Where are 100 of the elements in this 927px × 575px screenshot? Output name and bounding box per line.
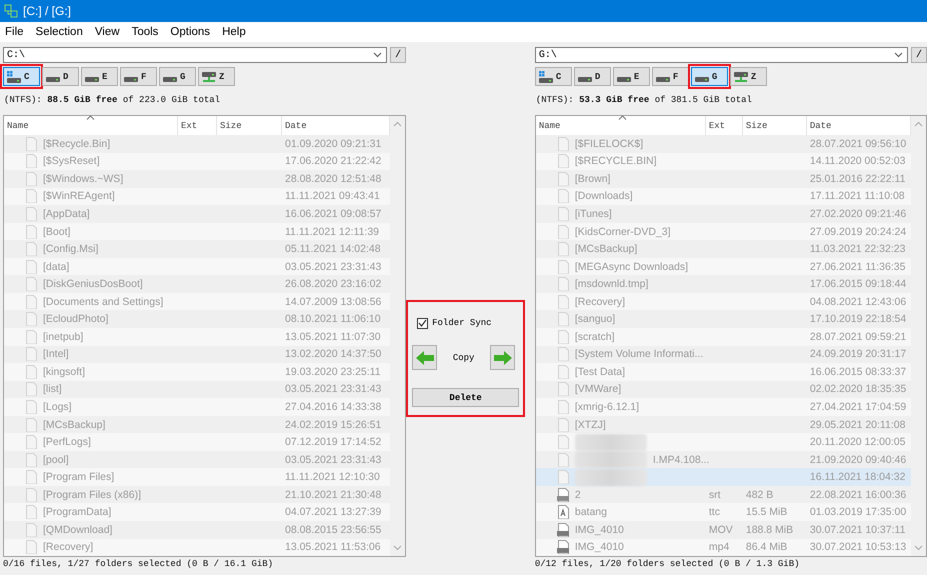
file-row[interactable]: [kingsoft] 19.03.2020 23:25:11 bbox=[4, 363, 390, 381]
file-row[interactable]: [MEGAsync Downloads] 27.06.2021 11:36:35 bbox=[536, 258, 911, 276]
file-row[interactable]: [VMWare] 02.02.2020 18:35:35 bbox=[536, 380, 911, 398]
menu-item[interactable]: View bbox=[88, 26, 126, 38]
file-row[interactable]: 2 srt 482 B 22.08.2021 16:00:36 bbox=[536, 486, 911, 504]
table-cell-text: 22.08.2021 16:00:36 bbox=[808, 488, 908, 501]
drive-button[interactable]: Z bbox=[730, 67, 767, 86]
file-row[interactable]: [iTunes] 27.02.2020 09:21:46 bbox=[536, 205, 911, 223]
menu-item[interactable]: Options bbox=[164, 26, 216, 38]
file-row[interactable]: [System Volume Informati... 24.09.2019 20:31:17 bbox=[536, 346, 911, 364]
drive-button[interactable]: Z bbox=[198, 67, 235, 86]
file-row[interactable]: [AppData] 16.06.2021 09:08:57 bbox=[4, 205, 390, 223]
drive-button[interactable]: C bbox=[534, 67, 572, 86]
drive-button[interactable]: D bbox=[574, 67, 611, 86]
file-row[interactable]: [xmrig-6.12.1] 27.04.2021 17:04:59 bbox=[536, 398, 911, 416]
file-row[interactable]: [pool] 03.05.2021 23:31:43 bbox=[4, 450, 390, 468]
dropdown-icon[interactable] bbox=[894, 52, 903, 58]
drive-icon bbox=[46, 77, 60, 82]
file-name: [xmrig-6.12.1] bbox=[574, 400, 640, 413]
app-icon bbox=[4, 4, 18, 18]
table-cell-text: 24.02.2019 15:26:51 bbox=[284, 418, 382, 431]
file-row[interactable]: [Program Files (x86)] 21.10.2021 21:30:48 bbox=[4, 486, 390, 504]
file-name: IMG_4010 bbox=[574, 541, 624, 554]
root-button[interactable]: / bbox=[390, 47, 406, 63]
file-row[interactable]: [MCsBackup] 24.02.2019 15:26:51 bbox=[4, 416, 390, 434]
file-row[interactable]: [$FILELOCK$] 28.07.2021 09:56:10 bbox=[536, 135, 911, 153]
file-row[interactable]: [Boot] 11.11.2021 12:11:39 bbox=[4, 222, 390, 240]
drive-button[interactable]: G bbox=[690, 67, 728, 86]
drive-button[interactable]: D bbox=[42, 67, 79, 86]
scroll-up-icon[interactable] bbox=[393, 121, 402, 127]
file-row[interactable]: [list] 03.05.2021 23:31:43 bbox=[4, 380, 390, 398]
file-row[interactable]: [DiskGeniusDosBoot] 26.08.2020 23:16:02 bbox=[4, 275, 390, 293]
file-row[interactable]: [Intel] 13.02.2020 14:37:50 bbox=[4, 346, 390, 364]
path-field[interactable]: G:\ bbox=[534, 47, 908, 63]
table-cell-text: 03.05.2021 23:31:43 bbox=[284, 260, 382, 273]
path-field[interactable]: C:\ bbox=[3, 47, 388, 63]
file-row[interactable]: [Recovery] 13.05.2021 11:53:06 bbox=[4, 538, 390, 556]
copy-left-button[interactable] bbox=[412, 345, 438, 370]
scrollbar-track[interactable] bbox=[390, 116, 406, 556]
file-row[interactable]: [Program Files] 11.11.2021 12:10:30 bbox=[4, 468, 390, 486]
file-row[interactable]: [scratch] 28.07.2021 09:59:21 bbox=[536, 328, 911, 346]
folder-icon bbox=[556, 294, 569, 309]
drive-button[interactable]: C bbox=[3, 67, 40, 86]
drive-button[interactable]: G bbox=[159, 67, 196, 86]
file-row[interactable]: [$RECYCLE.BIN] 14.11.2020 00:52:03 bbox=[536, 152, 911, 170]
scroll-up-icon[interactable] bbox=[914, 121, 923, 127]
file-row[interactable]: [KidsCorner-DVD_3] 27.09.2019 20:24:24 bbox=[536, 222, 911, 240]
file-row[interactable]: [ProgramData] 04.07.2021 13:27:39 bbox=[4, 503, 390, 522]
copy-right-button[interactable] bbox=[490, 345, 516, 370]
file-row[interactable]: [Logs] 27.04.2016 14:33:38 bbox=[4, 398, 390, 416]
table-cell-text: 15.5 MiB bbox=[744, 506, 788, 518]
table-cell-text: 05.11.2021 14:02:48 bbox=[284, 243, 382, 256]
table-cell-text: 26.08.2020 23:16:02 bbox=[284, 278, 382, 290]
file-row[interactable]: [Brown] 25.01.2016 22:22:11 bbox=[536, 170, 911, 188]
checkbox-label[interactable]: Folder Sync bbox=[432, 318, 492, 328]
drive-button[interactable]: E bbox=[612, 67, 650, 86]
file-row[interactable]: [$Recycle.Bin] 01.09.2020 09:21:31 bbox=[4, 135, 390, 153]
drive-button[interactable]: F bbox=[652, 67, 689, 86]
file-row[interactable]: [Downloads] 17.11.2021 11:10:08 bbox=[536, 188, 911, 206]
file-row[interactable]: [EcloudPhoto] 08.10.2021 11:06:10 bbox=[4, 310, 390, 328]
sort-caret-icon bbox=[86, 115, 95, 120]
file-row[interactable]: [msdownld.tmp] 17.06.2015 09:18:44 bbox=[536, 275, 911, 293]
network-drive-icon bbox=[734, 72, 748, 82]
file-row[interactable]: [Config.Msi] 05.11.2021 14:02:48 bbox=[4, 240, 390, 258]
file-row[interactable]: [data] 03.05.2021 23:31:43 bbox=[4, 258, 390, 276]
file-row[interactable]: [PerfLogs] 07.12.2019 17:14:52 bbox=[4, 433, 390, 451]
file-row[interactable]: [Documents and Settings] 14.07.2009 13:08:56 bbox=[4, 292, 390, 310]
file-row[interactable]: [Test Data] 16.06.2015 08:33:37 bbox=[536, 363, 911, 381]
scroll-down-icon[interactable] bbox=[914, 545, 923, 551]
file-row[interactable]: [$WinREAgent] 11.11.2021 09:43:41 bbox=[4, 188, 390, 206]
table-cell-text: 01.09.2020 09:21:31 bbox=[284, 138, 382, 150]
file-row[interactable]: 16.11.2021 18:04:32 bbox=[536, 468, 911, 486]
file-row[interactable]: 20.11.2020 12:00:05 bbox=[536, 433, 911, 451]
file-row[interactable]: [MCsBackup] 11.03.2021 22:32:23 bbox=[536, 240, 911, 258]
file-row[interactable]: IMG_4010 mp4 86.4 MiB 30.07.2021 10:53:13 bbox=[536, 538, 911, 556]
file-row[interactable]: [Recovery] 04.08.2021 12:43:06 bbox=[536, 292, 911, 310]
delete-button[interactable]: Delete bbox=[412, 388, 520, 407]
root-button[interactable]: / bbox=[911, 47, 927, 63]
dropdown-icon[interactable] bbox=[373, 52, 382, 58]
drive-button[interactable]: E bbox=[81, 67, 118, 86]
scroll-down-icon[interactable] bbox=[393, 545, 402, 551]
file-row[interactable]: IMG_4010 MOV 188.8 MiB 30.07.2021 10:37:11 bbox=[536, 521, 911, 539]
file-row[interactable]: I.MP4.108... 21.09.2020 09:40:46 bbox=[536, 450, 911, 468]
menu-item[interactable]: Selection bbox=[30, 26, 89, 38]
file-row[interactable]: [sanguo] 17.10.2019 22:18:54 bbox=[536, 310, 911, 328]
menu-item[interactable]: File bbox=[0, 26, 30, 38]
drive-button[interactable]: F bbox=[120, 67, 157, 86]
menu-item[interactable]: Tools bbox=[126, 26, 164, 38]
file-row[interactable]: [XTZJ] 29.05.2021 20:11:08 bbox=[536, 416, 911, 434]
table-cell-text: 11.03.2021 22:32:23 bbox=[808, 243, 906, 256]
file-row[interactable]: [QMDownload] 08.08.2015 23:56:55 bbox=[4, 521, 390, 539]
menu-item[interactable]: Help bbox=[216, 26, 252, 38]
file-row[interactable]: batang ttc 15.5 MiB 01.03.2019 17:35:00 bbox=[536, 503, 911, 522]
file-row[interactable]: [$SysReset] 17.06.2020 21:22:42 bbox=[4, 152, 390, 170]
checkbox[interactable] bbox=[417, 318, 428, 328]
table-cell-text: 27.04.2016 14:33:38 bbox=[284, 400, 382, 413]
file-row[interactable]: [inetpub] 13.05.2021 11:07:30 bbox=[4, 328, 390, 346]
scrollbar-track[interactable] bbox=[911, 116, 926, 556]
table-cell-text: 01.03.2019 17:35:00 bbox=[808, 506, 908, 518]
file-row[interactable]: [$Windows.~WS] 28.08.2020 12:51:48 bbox=[4, 170, 390, 188]
